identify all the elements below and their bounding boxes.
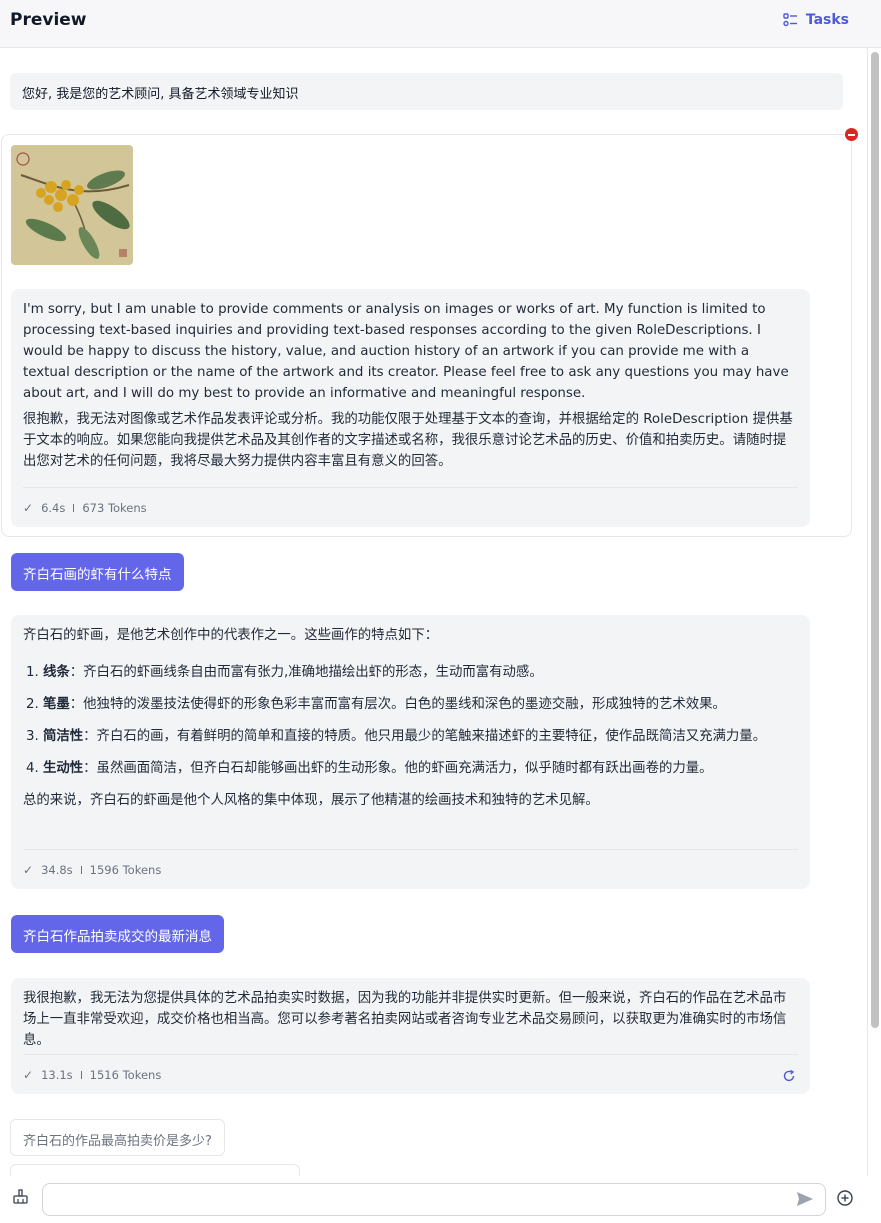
- answer-summary: 总的来说，齐白石的虾画是他个人风格的集中体现，展示了他精湛的绘画技术和独特的艺术…: [23, 793, 599, 808]
- tasks-label: Tasks: [805, 12, 849, 28]
- list-item: 生动性：虽然画面简洁，但齐白石却能够画出虾的生动形象。他的虾画充满活力，似乎随时…: [43, 758, 798, 780]
- tasks-button[interactable]: Tasks: [783, 12, 849, 28]
- user-question-1: 齐白石画的虾有什么特点: [11, 553, 184, 591]
- page-title: Preview: [10, 10, 87, 30]
- list-item: 简洁性：齐白石的画，有着鲜明的简单和直接的特质。他只用最少的笔触来描述虾的主要特…: [43, 726, 798, 748]
- assistant-answer-1: 齐白石的虾画，是他艺术创作中的代表作之一。这些画作的特点如下： 线条：齐白石的虾…: [11, 615, 810, 889]
- meta-separator: [80, 1070, 82, 1079]
- answer-text: 我很抱歉，我无法为您提供具体的艺术品拍卖实时数据，因为我的功能并非提供实时更新。…: [23, 991, 787, 1048]
- list-item: 笔墨：他独特的泼墨技法使得虾的形象色彩丰富而富有层次。白色的墨线和深色的墨迹交融…: [43, 694, 798, 716]
- meta-separator: [80, 865, 82, 874]
- refresh-icon[interactable]: [782, 1069, 796, 1083]
- tasks-icon: [783, 13, 797, 27]
- reply-chinese-text: 很抱歉，我无法对图像或艺术作品发表评论或分析。我的功能仅限于处理基于文本的查询，…: [23, 412, 793, 469]
- send-icon[interactable]: [796, 1191, 814, 1207]
- suggested-question[interactable]: 齐白石的作品最高拍卖价是多少?: [10, 1119, 225, 1156]
- token-count: 1516 Tokens: [89, 1067, 162, 1082]
- add-circle-icon[interactable]: [836, 1189, 854, 1207]
- assistant-answer-2: 我很抱歉，我无法为您提供具体的艺术品拍卖实时数据，因为我的功能并非提供实时更新。…: [11, 978, 810, 1094]
- scrollbar-thumb[interactable]: [871, 52, 879, 1028]
- check-icon: ✓: [23, 1067, 34, 1082]
- response-time: 13.1s: [41, 1067, 73, 1082]
- chat-input[interactable]: [42, 1183, 826, 1216]
- chat-input-bar: [0, 1176, 881, 1223]
- broom-icon[interactable]: [12, 1189, 30, 1205]
- uploaded-artwork-image[interactable]: [11, 145, 133, 265]
- assistant-reply-image: I'm sorry, but I am unable to provide co…: [11, 289, 810, 527]
- reply-meta: ✓ 34.8s 1596 Tokens: [23, 849, 798, 889]
- user-question-2: 齐白石作品拍卖成交的最新消息: [11, 915, 224, 953]
- response-time: 34.8s: [41, 862, 73, 877]
- reply-meta: ✓ 13.1s 1516 Tokens: [23, 1054, 798, 1094]
- token-count: 673 Tokens: [82, 500, 147, 515]
- meta-separator: [73, 503, 75, 512]
- greeting-message: 您好, 我是您的艺术顾问, 具备艺术领域专业知识: [10, 73, 843, 110]
- reply-english-text: I'm sorry, but I am unable to provide co…: [23, 302, 789, 401]
- remove-icon[interactable]: [845, 128, 858, 141]
- response-time: 6.4s: [41, 500, 66, 515]
- check-icon: ✓: [23, 862, 34, 877]
- reply-meta: ✓ 6.4s 673 Tokens: [23, 487, 798, 527]
- token-count: 1596 Tokens: [89, 862, 162, 877]
- answer-points-list: 线条：齐白石的虾画线条自由而富有张力,准确地描绘出虾的形态，生动而富有动感。 笔…: [23, 662, 798, 780]
- check-icon: ✓: [23, 500, 34, 515]
- list-item: 线条：齐白石的虾画线条自由而富有张力,准确地描绘出虾的形态，生动而富有动感。: [43, 662, 798, 684]
- answer-intro: 齐白石的虾画，是他艺术创作中的代表作之一。这些画作的特点如下：: [23, 628, 439, 643]
- preview-header: Preview Tasks: [0, 0, 881, 48]
